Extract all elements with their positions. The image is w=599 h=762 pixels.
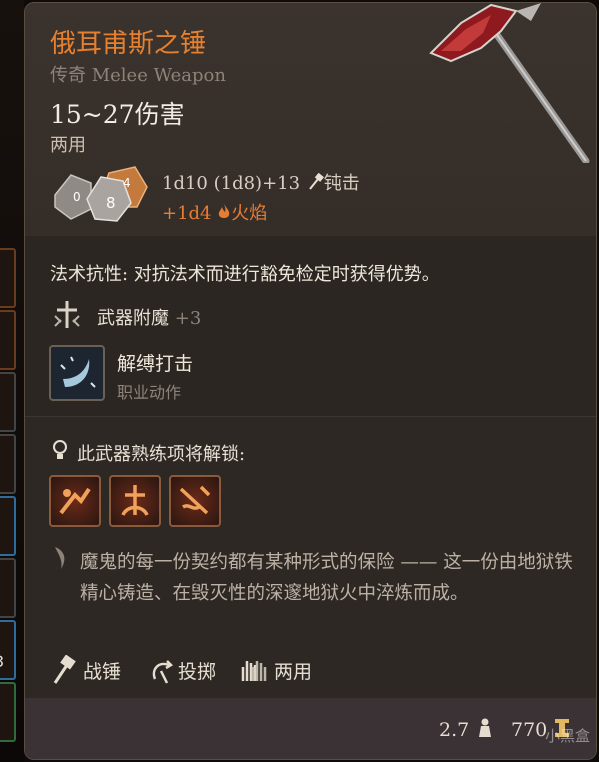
weapon-tag: 战锤 [83, 661, 122, 683]
spell-resistance-text: 法术抗性: 对抗法术而进行豁免检定时获得优势。 [50, 264, 440, 285]
inventory-slot[interactable]: 3 [0, 620, 16, 680]
flame-icon [219, 204, 230, 218]
damage-roll-value: 1d10 (1d8)+13 [162, 173, 301, 194]
proficiency-action-icon[interactable] [49, 475, 101, 527]
inventory-slot[interactable] [0, 682, 16, 742]
item-tooltip: 俄耳甫斯之锤 传奇 Melee Weapon 15~27伤害 两用 0 8 4 … [24, 2, 597, 760]
damage-type-label: 火焰 [231, 203, 268, 224]
enchant-label: 武器附魔 [97, 308, 169, 329]
watermark: 小黑盒 [545, 727, 591, 745]
proficiency-glyph [121, 485, 149, 516]
proficiency-glyph [179, 485, 211, 515]
inventory-slot[interactable] [0, 496, 16, 556]
proficiency-action-icon[interactable] [109, 475, 161, 527]
dice-icon: 0 8 4 [54, 166, 148, 222]
damage-roll-value: +1d4 [162, 203, 212, 224]
warhammer-art [429, 3, 590, 163]
slot-count: 3 [0, 652, 4, 671]
item-name: 俄耳甫斯之锤 [50, 29, 207, 59]
item-rarity-type: 传奇 Melee Weapon [50, 65, 226, 86]
action-name: 解缚打击 [117, 353, 194, 375]
proficiency-glyph [59, 487, 91, 515]
inventory-slot[interactable] [0, 310, 16, 370]
item-handedness: 两用 [50, 135, 86, 156]
damage-roll-blunt: 1d10 (1d8)+13 钝击 [162, 169, 360, 195]
moon-slash-glyph [60, 356, 96, 388]
die-face-label: 0 [73, 190, 81, 204]
inventory-slot[interactable] [0, 434, 16, 494]
inventory-slot[interactable] [0, 372, 16, 432]
die-face-label: 8 [106, 194, 116, 212]
weight-icon [479, 718, 491, 737]
two-hands-icon [241, 661, 267, 681]
warhammer-icon [53, 655, 76, 684]
flavor-text: 魔鬼的每一份契约都有某种形式的保险 —— 这一份由地狱铁精心铸造、在毁灭性的深邃… [80, 552, 573, 604]
weapon-tag: 两用 [274, 661, 313, 683]
damage-roll-fire: +1d4 火焰 [162, 199, 267, 225]
damage-type-label: 钝击 [323, 173, 360, 194]
lightbulb-icon [53, 440, 67, 459]
item-value: 770 [511, 719, 548, 741]
enchant-sword-icon [54, 301, 80, 328]
hammer-icon [309, 172, 324, 190]
quill-icon [55, 547, 65, 569]
enchant-bonus: +3 [174, 308, 202, 329]
weapon-tag: 投掷 [178, 661, 217, 683]
proficiency-action-icon[interactable] [169, 475, 221, 527]
throw-icon [152, 660, 174, 684]
die-face-label: 4 [123, 176, 131, 190]
weapon-enchantment: 武器附魔 +3 [97, 304, 201, 330]
proficiency-unlock-label: 此武器熟练项将解锁: [77, 444, 246, 465]
item-weight: 2.7 [439, 719, 470, 741]
moon-slash-icon[interactable] [49, 345, 105, 401]
inventory-slot[interactable] [0, 558, 16, 618]
action-type: 职业动作 [117, 383, 182, 402]
inventory-strip: 3 [0, 0, 24, 762]
inventory-slot[interactable] [0, 248, 16, 308]
item-damage: 15~27伤害 [50, 100, 185, 129]
